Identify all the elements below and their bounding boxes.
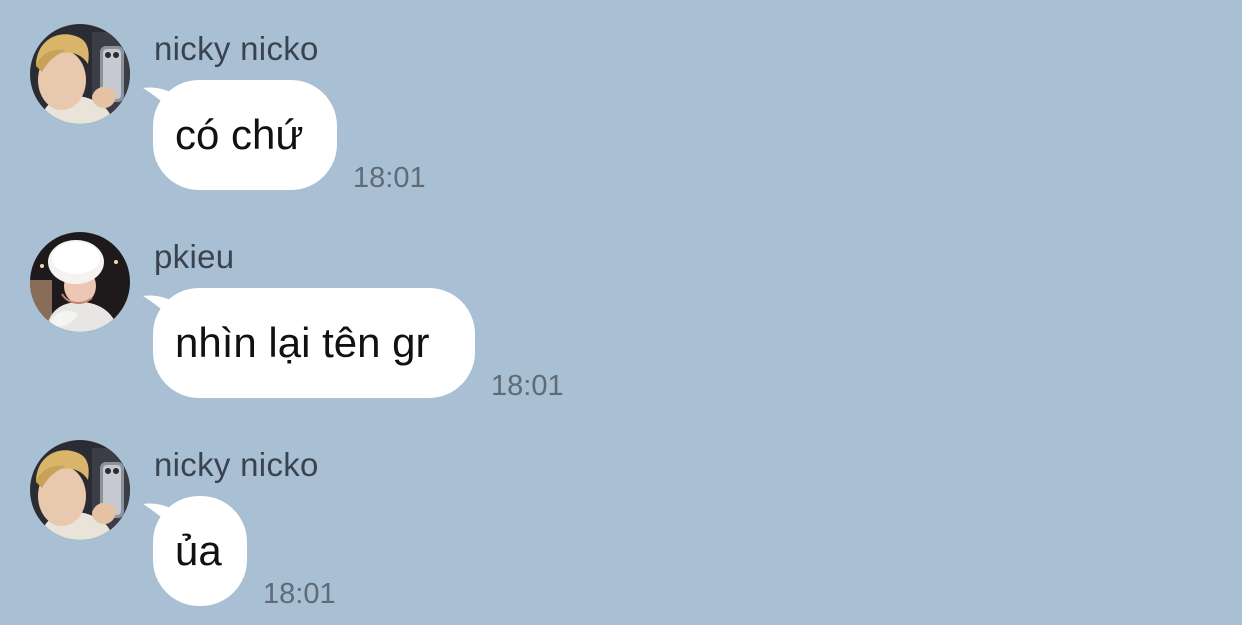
sender-name: nicky nicko bbox=[154, 30, 319, 67]
avatar-nicky-nicko[interactable] bbox=[30, 24, 130, 124]
bubble-tail bbox=[143, 295, 177, 322]
sender-name: nicky nicko bbox=[154, 446, 319, 483]
message-text: có chứ bbox=[175, 111, 304, 158]
message-text: ủa bbox=[175, 527, 222, 574]
chat-message-list: nicky nicko có chứ 18:01 pkieu nhìn lại … bbox=[0, 0, 1242, 625]
message-time: 18:01 bbox=[491, 370, 564, 402]
message-time: 18:01 bbox=[353, 162, 426, 194]
message-time: 18:01 bbox=[263, 578, 336, 610]
bubble-tail bbox=[143, 503, 177, 530]
message-bubble[interactable]: nhìn lại tên gr bbox=[143, 288, 475, 398]
avatar-nicky-nicko[interactable] bbox=[30, 440, 130, 540]
message-text: nhìn lại tên gr bbox=[175, 319, 430, 366]
message-row: pkieu nhìn lại tên gr 18:01 bbox=[0, 208, 1242, 408]
bubble-tail bbox=[143, 87, 177, 114]
sender-name: pkieu bbox=[154, 238, 235, 275]
message-row: nicky nicko có chứ 18:01 bbox=[0, 0, 1242, 200]
message-row: nicky nicko ủa 18:01 bbox=[0, 416, 1242, 616]
message-bubble[interactable]: ủa bbox=[143, 496, 247, 606]
avatar-pkieu[interactable] bbox=[30, 232, 130, 332]
message-bubble[interactable]: có chứ bbox=[143, 80, 337, 190]
